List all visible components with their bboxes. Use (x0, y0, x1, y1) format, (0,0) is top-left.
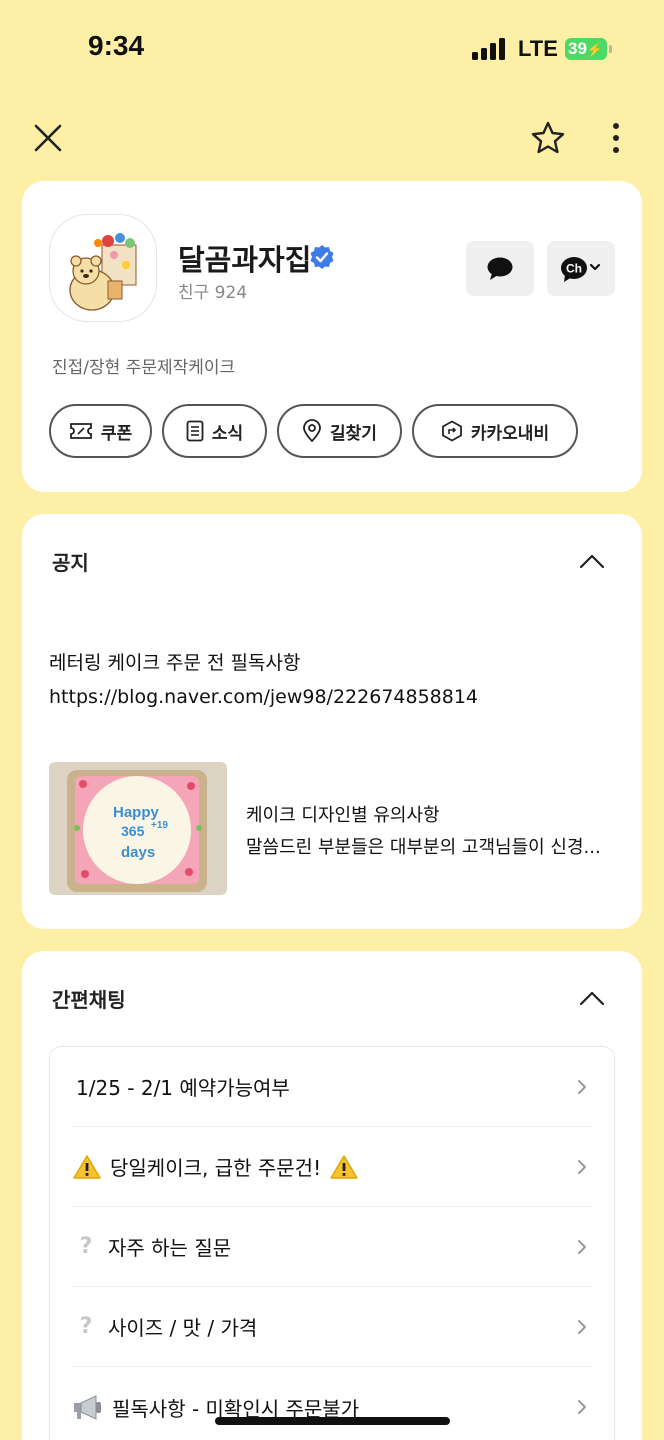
question-icon: ? (79, 1234, 93, 1259)
kakao-navi-label: 카카오내비 (470, 423, 550, 444)
chevron-up-icon[interactable] (578, 989, 606, 1007)
chevron-right-icon (578, 1160, 586, 1174)
battery-cap (609, 45, 612, 53)
quick-chat-item-same-day[interactable]: 당일케이크, 급한 주문건! (72, 1127, 592, 1207)
more-button[interactable] (600, 118, 632, 158)
post-title[interactable]: 케이크 디자인별 유의사항 (246, 801, 440, 827)
avatar[interactable] (49, 214, 157, 322)
profile-card: 달곰과자집 친구 924 Ch 진접/장현 주문제작케이크 쿠폰 소식 길찾기 … (22, 181, 642, 492)
home-indicator[interactable] (215, 1417, 450, 1425)
chat-bubble-icon (487, 257, 513, 280)
channel-button[interactable]: Ch (547, 241, 615, 296)
notice-title: 공지 (52, 551, 89, 575)
post-excerpt: 말씀드린 부분들은 대부분의 고객님들이 신경... (246, 837, 601, 858)
profile-description: 진접/장현 주문제작케이크 (52, 358, 236, 378)
quick-chat-title: 간편채팅 (52, 988, 126, 1012)
notice-link[interactable]: https://blog.naver.com/jew98/22267485881… (49, 680, 478, 714)
status-time: 9:34 (88, 30, 145, 61)
status-bar: 9:34 LTE 39⚡ (0, 0, 664, 100)
directions-button[interactable]: 길찾기 (277, 404, 402, 458)
coupon-icon (69, 423, 92, 439)
navi-icon (441, 420, 462, 442)
profile-name: 달곰과자집 (178, 243, 312, 277)
friend-count: 친구 924 (178, 283, 248, 303)
news-button[interactable]: 소식 (162, 404, 267, 458)
coupon-button[interactable]: 쿠폰 (49, 404, 152, 458)
notice-card: 공지 레터링 케이크 주문 전 필독사항 https://blog.naver.… (22, 514, 642, 929)
favorite-button[interactable] (528, 118, 568, 158)
cake-image: Happy 365 +19 days (49, 762, 227, 895)
quick-chat-item-must-read[interactable]: 필독사항 - 미확인시 주문불가 (72, 1367, 592, 1440)
question-icon: ? (79, 1314, 93, 1339)
map-pin-icon (303, 419, 321, 443)
bear-logo-icon (69, 233, 137, 311)
quick-chat-item-label: 사이즈 / 맛 / 가격 (108, 1316, 258, 1340)
svg-text:365: 365 (121, 823, 145, 839)
quick-chat-list: 1/25 - 2/1 예약가능여부 당일케이크, 급한 주문건! ? 자주 하는… (49, 1046, 615, 1440)
quick-chat-item-label: 자주 하는 질문 (108, 1236, 232, 1260)
network-label: LTE (518, 36, 558, 61)
quick-chat-item-label: 1/25 - 2/1 예약가능여부 (76, 1076, 290, 1100)
channel-icon: Ch (561, 256, 601, 282)
chevron-right-icon (578, 1240, 586, 1254)
quick-chat-item-label: 당일케이크, 급한 주문건! (110, 1156, 322, 1180)
svg-text:days: days (121, 844, 155, 861)
quick-chat-item-availability[interactable]: 1/25 - 2/1 예약가능여부 (72, 1047, 592, 1127)
quick-chat-card: 간편채팅 1/25 - 2/1 예약가능여부 당일케이크, 급한 주문건! ? … (22, 951, 642, 1440)
svg-text:+19: +19 (151, 820, 168, 831)
battery-level: 39 (568, 39, 587, 58)
quick-chat-item-faq[interactable]: ? 자주 하는 질문 (72, 1207, 592, 1287)
star-icon (531, 121, 565, 154)
svg-text:Happy: Happy (113, 804, 160, 821)
signal-icon (472, 38, 508, 60)
notice-text: 레터링 케이크 주문 전 필독사항 https://blog.naver.com… (49, 646, 478, 714)
close-button[interactable] (28, 118, 68, 158)
kakao-navi-button[interactable]: 카카오내비 (412, 404, 578, 458)
svg-text:Ch: Ch (566, 261, 582, 275)
close-icon (34, 124, 62, 152)
verified-badge-icon (310, 245, 334, 269)
quick-chat-item-size-price[interactable]: ? 사이즈 / 맛 / 가격 (72, 1287, 592, 1367)
megaphone-icon (74, 1395, 101, 1420)
directions-label: 길찾기 (330, 423, 377, 444)
news-label: 소식 (211, 423, 244, 444)
coupon-label: 쿠폰 (100, 423, 133, 444)
battery-icon: 39⚡ (565, 38, 607, 60)
warning-icon (73, 1154, 101, 1179)
chevron-right-icon (578, 1400, 586, 1414)
chat-button[interactable] (466, 241, 534, 296)
chevron-right-icon (578, 1320, 586, 1334)
chevron-up-icon[interactable] (578, 552, 606, 570)
chevron-right-icon (578, 1080, 586, 1094)
notice-line: 레터링 케이크 주문 전 필독사항 (49, 652, 301, 674)
warning-icon (330, 1154, 358, 1179)
document-icon (186, 420, 204, 442)
more-vertical-icon (613, 123, 619, 153)
post-thumbnail[interactable]: Happy 365 +19 days (49, 762, 227, 895)
